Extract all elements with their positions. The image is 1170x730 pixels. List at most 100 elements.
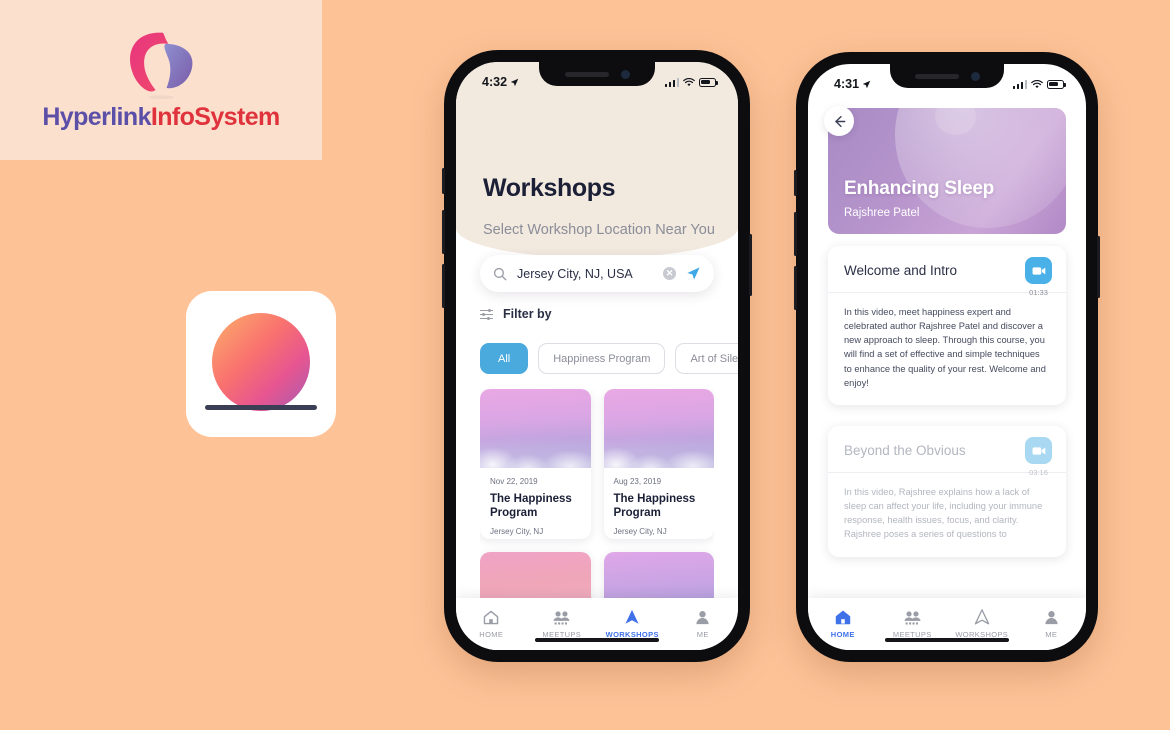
workshop-card-image (480, 389, 591, 468)
location-arrow-icon (510, 78, 519, 86)
people-group-icon (904, 610, 921, 624)
hyperlink-logo-icon (130, 32, 193, 99)
brand-name-part1: Hyperlink (42, 102, 151, 131)
lesson-header: Welcome and Intro 01:33 (828, 246, 1066, 297)
notch (890, 64, 1004, 88)
filter-chip-happiness-program[interactable]: Happiness Program (538, 343, 666, 374)
wifi-icon (683, 77, 695, 86)
status-time: 4:31 (834, 77, 860, 91)
video-camera-icon[interactable] (1025, 257, 1052, 284)
mute-switch[interactable] (794, 170, 797, 196)
app-icon-tile (186, 291, 336, 437)
lesson-description: In this video, Rajshree explains how a l… (844, 487, 1043, 540)
lesson-title: Beyond the Obvious (844, 443, 966, 458)
tab-me[interactable]: ME (1017, 598, 1087, 650)
moon-image (894, 108, 1066, 229)
phone-mockup-course: 4:31 Enhancing Sleep Rajshree Patel Welc… (794, 52, 1100, 662)
tab-home[interactable]: HOME (808, 598, 878, 650)
horizon-line (205, 405, 317, 410)
workshop-triangle-icon (625, 609, 639, 624)
volume-up-button[interactable] (442, 210, 445, 254)
filter-by-label: Filter by (503, 307, 552, 321)
back-button[interactable] (824, 106, 854, 136)
lesson-card[interactable]: Welcome and Intro 01:33 In this video, m… (828, 246, 1066, 405)
filter-sliders-icon (480, 308, 493, 320)
lesson-title: Welcome and Intro (844, 263, 958, 278)
mute-switch[interactable] (442, 168, 445, 194)
notch (539, 62, 655, 86)
back-arrow-icon (834, 115, 845, 127)
filter-chip-art-of-silence[interactable]: Art of Silence (675, 343, 738, 374)
brand-name-part2: InfoSystem (150, 102, 280, 131)
location-search-bar[interactable]: Jersey City, NJ, USA ✕ (480, 255, 714, 292)
status-time: 4:32 (482, 75, 508, 89)
course-title: Enhancing Sleep (844, 178, 995, 199)
person-icon (696, 610, 709, 624)
tab-workshops[interactable]: WORKSHOPS (597, 598, 668, 650)
lesson-duration: 01:33 (1029, 288, 1048, 297)
workshop-date: Nov 22, 2019 (490, 477, 538, 486)
page-title: Workshops (483, 174, 616, 202)
lesson-header: Beyond the Obvious 03:16 (828, 426, 1066, 477)
power-button[interactable] (749, 234, 752, 296)
tab-label: HOME (830, 629, 855, 639)
people-group-icon (553, 610, 570, 624)
workshop-card[interactable]: Nov 22, 2019 The Happiness Program Jerse… (480, 389, 591, 539)
brand-wordmark: HyperlinkInfoSystem (42, 102, 280, 132)
page-subtitle: Select Workshop Location Near You (483, 222, 715, 238)
workshop-location: Jersey City, NJ (613, 527, 667, 537)
workshop-date: Aug 23, 2019 (613, 477, 662, 486)
volume-down-button[interactable] (794, 266, 797, 310)
tab-label: ME (696, 629, 709, 639)
filter-chip-all[interactable]: All (480, 343, 529, 374)
home-indicator[interactable] (885, 638, 1009, 642)
battery-icon (699, 77, 718, 87)
filter-chip-list[interactable]: All Happiness Program Art of Silence (480, 343, 738, 374)
workshop-triangle-icon (974, 609, 989, 625)
volume-up-button[interactable] (794, 212, 797, 256)
front-camera (970, 71, 980, 81)
tab-label: HOME (479, 629, 504, 639)
lesson-card[interactable]: Beyond the Obvious 03:16 In this video, … (828, 426, 1066, 557)
power-button[interactable] (1097, 236, 1100, 298)
tab-home[interactable]: HOME (456, 598, 527, 650)
volume-down-button[interactable] (442, 264, 445, 308)
search-input[interactable]: Jersey City, NJ, USA (517, 267, 663, 281)
cellular-signal-icon (1012, 79, 1027, 89)
home-icon (835, 610, 850, 624)
course-author: Rajshree Patel (844, 207, 920, 219)
home-icon (484, 610, 499, 624)
filter-by-row[interactable]: Filter by (480, 307, 552, 321)
tab-meetups[interactable]: MEETUPS (527, 598, 598, 650)
phone-screen: 4:31 Enhancing Sleep Rajshree Patel Welc… (808, 64, 1086, 650)
home-indicator[interactable] (535, 638, 659, 642)
earpiece-speaker (914, 73, 959, 79)
lesson-description: In this video, meet happiness expert and… (844, 307, 1046, 388)
phone-mockup-workshops: 4:32 Workshops Select Workshop Location … (442, 50, 752, 662)
tab-label: ME (1045, 629, 1058, 639)
search-icon (493, 267, 507, 280)
clear-icon[interactable]: ✕ (663, 267, 676, 280)
branding-panel: HyperlinkInfoSystem (0, 0, 322, 160)
phone-screen: 4:32 Workshops Select Workshop Location … (456, 62, 738, 650)
lesson-duration: 03:16 (1029, 468, 1048, 477)
bottom-tab-bar: HOME MEETUPS WORKSHOPS ME (808, 598, 1086, 650)
battery-icon (1047, 79, 1066, 89)
person-icon (1045, 610, 1058, 624)
workshop-title: The Happiness Program (613, 493, 696, 520)
tab-me[interactable]: ME (668, 598, 739, 650)
cellular-signal-icon (664, 77, 679, 87)
earpiece-speaker (564, 71, 609, 77)
wifi-icon (1031, 79, 1043, 88)
workshop-location: Jersey City, NJ (490, 527, 544, 537)
tab-workshops[interactable]: WORKSHOPS (947, 598, 1017, 650)
course-hero-banner: Enhancing Sleep Rajshree Patel (828, 108, 1066, 234)
bottom-tab-bar: HOME MEETUPS WORKSHOPS ME (456, 598, 738, 650)
tab-meetups[interactable]: MEETUPS (878, 598, 948, 650)
video-camera-icon[interactable] (1025, 437, 1052, 464)
workshop-title: The Happiness Program (490, 493, 572, 520)
navigate-arrow-icon[interactable] (686, 266, 701, 281)
sun-shape (212, 313, 310, 412)
front-camera (620, 69, 630, 79)
workshop-card[interactable]: Aug 23, 2019 The Happiness Program Jerse… (603, 389, 714, 539)
